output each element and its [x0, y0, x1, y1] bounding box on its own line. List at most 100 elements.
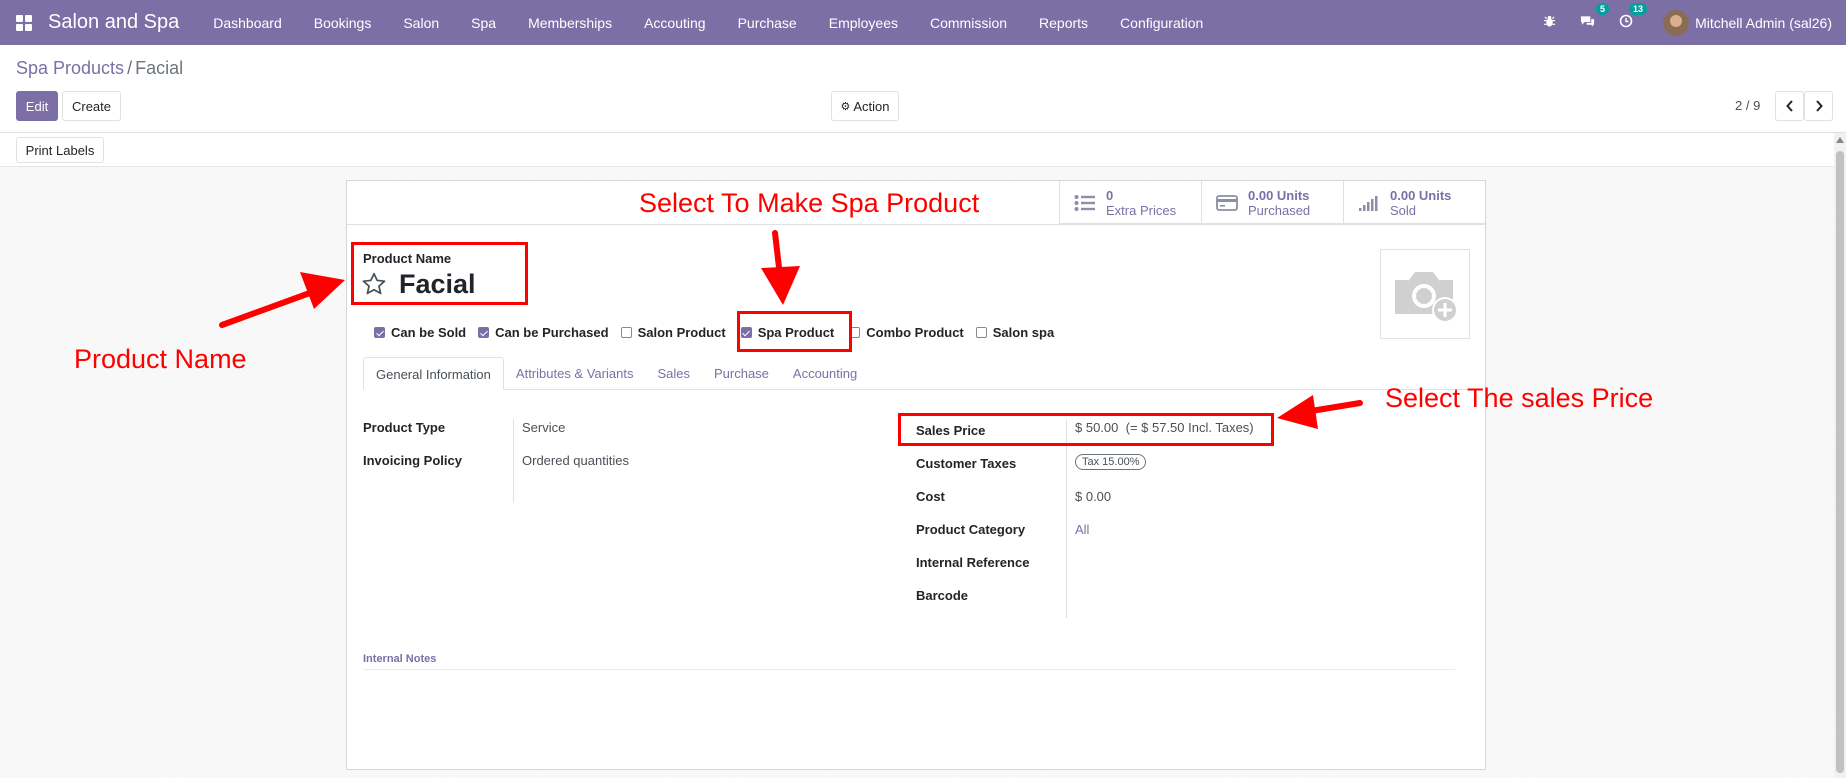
- right-group-divider: [1066, 419, 1067, 618]
- menu-bookings[interactable]: Bookings: [298, 15, 388, 31]
- smart-button-purchased[interactable]: 0.00 Units Purchased: [1201, 181, 1343, 224]
- breadcrumb-parent[interactable]: Spa Products: [16, 58, 124, 78]
- tab-general-information[interactable]: General Information: [363, 357, 504, 390]
- menu-salon[interactable]: Salon: [387, 15, 455, 31]
- control-panel-divider: [0, 132, 1846, 133]
- combo-product-label: Combo Product: [866, 325, 964, 340]
- edit-button[interactable]: Edit: [16, 91, 58, 121]
- product-category-field[interactable]: All: [1075, 522, 1089, 537]
- customer-taxes-label: Customer Taxes: [916, 456, 1017, 471]
- pager-next-button[interactable]: [1804, 91, 1833, 121]
- camera-plus-icon: [1395, 272, 1458, 323]
- can-be-purchased-label: Can be Purchased: [495, 325, 609, 340]
- list-icon: [1074, 194, 1095, 211]
- purchased-label: Purchased: [1248, 202, 1311, 218]
- internal-notes-field[interactable]: [363, 669, 1455, 670]
- menu-spa[interactable]: Spa: [455, 15, 512, 31]
- product-category-label: Product Category: [916, 522, 1026, 537]
- checkbox-icon[interactable]: [975, 327, 987, 338]
- can-be-purchased-checkbox[interactable]: Can be Purchased: [478, 325, 609, 340]
- credit-card-icon: [1216, 194, 1238, 211]
- salon-spa-label: Salon spa: [992, 325, 1055, 340]
- menu-configuration[interactable]: Configuration: [1104, 15, 1219, 31]
- chevron-right-icon: [1815, 100, 1823, 112]
- salon-spa-checkbox[interactable]: Salon spa: [975, 325, 1055, 340]
- tax-tag[interactable]: Tax 15.00%: [1075, 454, 1147, 470]
- combo-product-checkbox[interactable]: Combo Product: [849, 325, 964, 340]
- salon-product-checkbox[interactable]: Salon Product: [620, 325, 726, 340]
- top-navbar: Salon and Spa Dashboard Bookings Salon S…: [0, 0, 1846, 45]
- chevron-left-icon: [1785, 100, 1793, 112]
- checkbox-icon[interactable]: [620, 327, 632, 338]
- smart-buttons: 0 Extra Prices 0.00 Units Purchased 0.00 U…: [1059, 181, 1485, 224]
- signal-icon: [1359, 195, 1378, 211]
- product-type-label: Product Type: [363, 420, 446, 435]
- invoicing-policy-label: Invoicing Policy: [363, 453, 462, 468]
- sold-value: 0.00 Units: [1390, 187, 1452, 203]
- scrollbar[interactable]: [1834, 133, 1846, 778]
- clock-icon[interactable]: 13: [1619, 3, 1648, 31]
- left-group-divider: [513, 419, 514, 503]
- highlight-sales-price: [898, 413, 1274, 446]
- invoicing-policy-field[interactable]: Ordered quantities: [522, 453, 629, 468]
- statusbar-divider: [0, 166, 1834, 167]
- action-label: Action: [853, 98, 890, 114]
- checkbox-icon[interactable]: [478, 327, 490, 338]
- annotation-spa-product: Select To Make Spa Product: [639, 188, 980, 218]
- internal-reference-label: Internal Reference: [916, 555, 1030, 570]
- menu-memberships[interactable]: Memberships: [512, 15, 628, 31]
- tab-accounting[interactable]: Accounting: [781, 357, 869, 390]
- print-labels-button[interactable]: Print Labels: [16, 137, 104, 163]
- user-avatar[interactable]: [1663, 9, 1690, 36]
- menu-dashboard[interactable]: Dashboard: [197, 15, 298, 31]
- can-be-sold-checkbox[interactable]: Can be Sold: [374, 325, 466, 340]
- chat-icon[interactable]: 5: [1580, 3, 1610, 31]
- breadcrumb-separator: /: [127, 58, 133, 78]
- menu-purchase[interactable]: Purchase: [722, 15, 813, 31]
- cost-field[interactable]: $ 0.00: [1075, 489, 1111, 504]
- smart-buttons-divider: [347, 224, 1487, 225]
- scrollbar-thumb[interactable]: [1836, 151, 1844, 773]
- tab-sales[interactable]: Sales: [645, 357, 702, 390]
- tab-purchase[interactable]: Purchase: [702, 357, 781, 390]
- product-type-field[interactable]: Service: [522, 420, 565, 435]
- internal-notes-label: Internal Notes: [363, 653, 437, 665]
- highlight-product-name: [351, 242, 528, 305]
- product-flags: Can be Sold Can be Purchased Salon Produ…: [374, 325, 1066, 340]
- breadcrumb-current: Facial: [135, 58, 184, 78]
- scroll-up-arrow[interactable]: [1836, 137, 1844, 143]
- activities-badge: 13: [1629, 3, 1648, 15]
- highlight-spa-product: [737, 311, 852, 352]
- pager-value[interactable]: 2 / 9: [1735, 98, 1760, 113]
- checkbox-icon[interactable]: [374, 327, 385, 338]
- annotation-sales-price: Select The sales Price: [1385, 383, 1654, 413]
- navbar-systray: 5 13 Mitchell Admin (sal26): [1531, 0, 1846, 45]
- user-name[interactable]: Mitchell Admin (sal26): [1695, 15, 1832, 31]
- messages-badge: 5: [1596, 3, 1610, 15]
- menu-commission[interactable]: Commission: [914, 15, 1023, 31]
- pager-previous-button[interactable]: [1775, 91, 1804, 121]
- barcode-label: Barcode: [916, 588, 969, 603]
- create-button[interactable]: Create: [62, 91, 121, 121]
- smart-button-extra-prices[interactable]: 0 Extra Prices: [1059, 181, 1201, 224]
- breadcrumb: Spa Products / Facial: [16, 58, 183, 79]
- salon-product-label: Salon Product: [637, 325, 726, 340]
- product-image-upload[interactable]: [1380, 249, 1470, 339]
- purchased-value: 0.00 Units: [1248, 187, 1310, 203]
- apps-grid-icon[interactable]: [16, 14, 32, 31]
- app-brand[interactable]: Salon and Spa: [48, 11, 179, 34]
- menu-employees[interactable]: Employees: [813, 15, 914, 31]
- cost-label: Cost: [916, 489, 945, 504]
- extra-prices-value: 0: [1106, 187, 1114, 203]
- main-menu: Dashboard Bookings Salon Spa Memberships…: [197, 15, 1219, 31]
- form-tabs: General Information Attributes & Variant…: [363, 357, 1471, 390]
- action-button[interactable]: ⚙ Action: [831, 91, 899, 121]
- smart-button-sold[interactable]: 0.00 Units Sold: [1343, 181, 1485, 224]
- extra-prices-label: Extra Prices: [1106, 202, 1177, 218]
- menu-accouting[interactable]: Accouting: [628, 15, 721, 31]
- can-be-sold-label: Can be Sold: [391, 325, 467, 340]
- menu-reports[interactable]: Reports: [1023, 15, 1104, 31]
- bug-icon[interactable]: [1543, 15, 1556, 31]
- annotation-product-name: Product Name: [74, 344, 247, 374]
- tab-attributes-variants[interactable]: Attributes & Variants: [504, 357, 646, 390]
